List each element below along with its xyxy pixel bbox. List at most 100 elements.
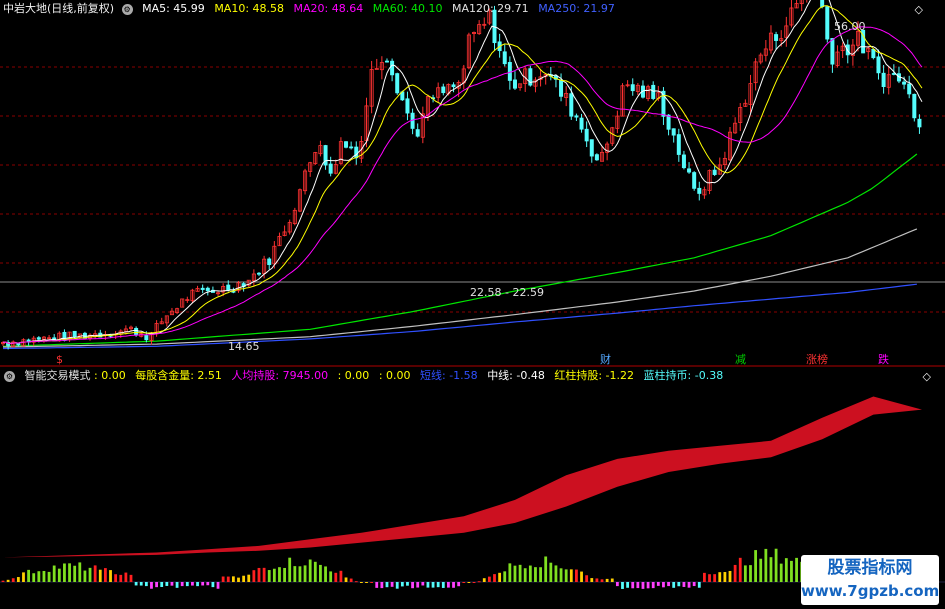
candle-body [384,60,389,63]
hist-bar [400,582,404,587]
sub-legend: ⚙ 智能交易模式 : 0.00 每股含金量: 2.51 人均持股: 7945.0… [0,367,729,385]
marker-cai: 财 [600,352,611,366]
hist-bar [63,563,66,582]
settings-icon[interactable]: ⚙ [121,3,133,15]
blue-hold-label: 蓝柱持币: -0.38 [643,369,724,382]
watermark-title: 股票指标网 [827,558,913,578]
candle-body [871,49,876,59]
hist-bar [231,576,235,582]
hist-bar [334,572,338,582]
hist-bar [196,582,199,587]
candle-body [579,117,584,130]
hist-bar [68,563,71,582]
candle-body [502,51,507,65]
hist-bar [713,574,717,582]
hist-bar [185,582,189,587]
hist-bar [103,568,107,582]
hist-bar [83,570,87,582]
hist-bar [677,582,681,587]
hist-bar [421,582,425,586]
ma-lines [2,153,918,350]
stock-title[interactable]: 中岩大地(日线,前复权) [3,2,114,15]
candle-body [830,38,835,65]
hist-bar [590,578,594,582]
hist-bar [283,567,286,582]
hist-bar [298,566,302,582]
ma250-label: MA250: 21.97 [538,2,615,15]
hist-bar [216,582,220,589]
hist-bar [52,565,56,582]
hist-bar [477,581,481,583]
indicator-settings-icon[interactable]: ⚙ [4,370,15,382]
collapse-icon[interactable]: ◇ [915,3,923,16]
hist-bar [600,579,604,582]
hist-bar [697,582,701,588]
hist-bar [16,577,20,582]
v0-label: : 0.00 [94,369,126,382]
hist-bar [380,582,384,589]
hist-bar [165,582,169,586]
sub-collapse-icon[interactable]: ◇ [923,370,931,383]
marker-dollar: $ [56,353,63,366]
candle-body [825,6,830,40]
candle-body [676,134,681,155]
hist-bar [554,565,558,582]
candle-body [589,139,594,157]
indicator-name[interactable]: 智能交易模式 [25,369,91,382]
candle-body [902,81,907,85]
hist-bar [293,566,297,582]
hist-bar [180,582,184,587]
hist-bar [472,582,476,583]
hist-bar [754,550,758,582]
watermark-url: www.7gpzb.com [801,582,940,600]
hist-bar [257,567,261,582]
candle-body [917,118,922,128]
hist-bar [150,582,153,589]
hist-bar [692,582,696,587]
hist-bar [718,572,722,582]
hist-bar [124,572,128,582]
hist-bar [441,582,445,588]
hist-bar [11,578,15,582]
hist-bar [32,573,36,582]
hist-bar [436,582,440,588]
candle-body [630,84,635,92]
hist-bar [498,572,502,582]
ma5-label: MA5: 45.99 [142,2,205,15]
hist-bar [426,582,430,588]
hist-bar [411,582,414,589]
candle-body [390,60,395,76]
candle-body [681,154,686,169]
hist-bar [733,564,737,582]
candle-body [256,272,261,275]
gold-band [3,396,922,558]
candle-body [820,0,825,8]
hist-bar [272,568,276,582]
hist-bar [467,582,471,583]
hist-bar [493,574,496,582]
ma60-label: MA60: 40.10 [372,2,443,15]
hist-bar [144,582,148,587]
chart-canvas[interactable]: 56.00 14.65 22.58 - 22.59 $ 财 减 涨榜 跌 [0,0,945,609]
hist-bar [610,578,614,582]
candle-body [441,86,446,94]
candle-body [697,187,702,194]
hist-bar [687,582,691,588]
hist-bar [119,574,123,582]
hist-bar [247,574,251,582]
hist-bar [406,582,409,586]
hist-bar [375,582,379,588]
hist-bar [626,582,630,588]
hist-bar [288,557,292,582]
candle-body [712,169,717,175]
hist-bar [482,578,486,582]
hist-bar [237,577,240,582]
hist-bar [303,565,307,582]
marker-die: 跌 [878,352,889,366]
hist-bar [308,559,312,582]
hist-bar [206,582,210,586]
candle-body [912,93,917,119]
hist-bar [759,558,763,582]
hist-bar [27,569,30,582]
short-ma-lines [2,0,923,344]
